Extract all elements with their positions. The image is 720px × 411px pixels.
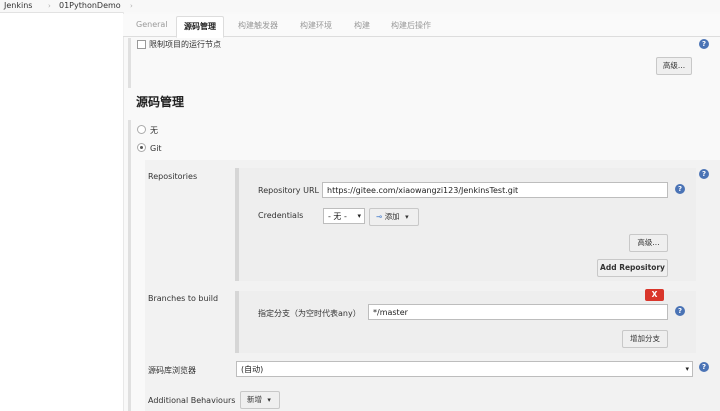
help-icon[interactable]: ? — [675, 306, 685, 316]
credentials-select[interactable]: - 无 - ▾ — [323, 208, 365, 224]
section-title: 源码管理 — [136, 95, 185, 109]
tab-scm[interactable]: 源码管理 — [176, 16, 224, 38]
scm-git-radio[interactable] — [137, 143, 146, 152]
scm-indent-bar — [128, 120, 131, 411]
repository-url-input[interactable]: https://gitee.com/xiaowangzi123/JenkinsT… — [322, 182, 668, 198]
branch-spec-input[interactable]: */master — [368, 304, 668, 320]
scm-git-label: Git — [150, 144, 162, 153]
restrict-node-checkbox[interactable] — [137, 40, 146, 49]
chevron-down-icon: ▾ — [685, 365, 689, 373]
scm-none-label: 无 — [150, 126, 158, 135]
add-behaviour-button[interactable]: 新增 ▾ — [240, 391, 280, 409]
credentials-label: Credentials — [258, 211, 304, 220]
credentials-select-value: - 无 - — [328, 212, 347, 221]
breadcrumb-separator-icon: › — [48, 2, 51, 10]
config-tab-bar: General 源码管理 构建触发器 构建环境 构建 构建后操作 — [123, 14, 720, 38]
side-panel — [0, 13, 123, 411]
help-icon[interactable]: ? — [699, 362, 709, 372]
additional-behaviours-label: Additional Behaviours — [148, 396, 236, 405]
help-icon[interactable]: ? — [699, 169, 709, 179]
breadcrumb-jenkins[interactable]: Jenkins — [4, 1, 32, 10]
repository-advanced-button[interactable]: 高级... — [629, 234, 668, 252]
add-branch-button[interactable]: 增加分支 — [622, 330, 668, 348]
help-icon[interactable]: ? — [699, 39, 709, 49]
chevron-down-icon: ▾ — [267, 396, 271, 404]
tab-post-build[interactable]: 构建后操作 — [391, 20, 431, 31]
tab-build-env[interactable]: 构建环境 — [300, 20, 332, 31]
branch-spec-label: 指定分支（为空时代表any） — [258, 309, 361, 318]
breadcrumb-project[interactable]: 01PythonDemo — [59, 1, 121, 10]
repo-browser-select[interactable]: (自动) ▾ — [236, 361, 693, 377]
help-icon[interactable]: ? — [675, 184, 685, 194]
chevron-down-icon: ▾ — [405, 213, 409, 221]
scm-none-radio[interactable] — [137, 125, 146, 134]
tab-general[interactable]: General — [136, 20, 168, 29]
advanced-button[interactable]: 高级... — [656, 57, 692, 75]
add-behaviour-label: 新增 — [247, 395, 262, 404]
tab-build-triggers[interactable]: 构建触发器 — [238, 20, 278, 31]
add-repository-button[interactable]: Add Repository — [597, 259, 668, 277]
repo-browser-value: (自动) — [241, 365, 264, 374]
breadcrumb-separator-icon[interactable]: › — [130, 2, 133, 10]
restrict-node-label: 限制项目的运行节点 — [149, 40, 221, 49]
add-credentials-label: 添加 — [384, 212, 400, 221]
repository-url-label: Repository URL — [258, 186, 319, 195]
section-indent-bar — [128, 38, 131, 88]
repo-browser-label: 源码库浏览器 — [148, 366, 196, 375]
repositories-label: Repositories — [148, 172, 198, 181]
delete-branch-button[interactable]: X — [645, 289, 664, 301]
chevron-down-icon: ▾ — [357, 212, 361, 220]
key-icon: ⊸ — [376, 212, 383, 221]
add-credentials-button[interactable]: ⊸ 添加 ▾ — [369, 208, 419, 226]
branches-label: Branches to build — [148, 294, 219, 303]
tab-build[interactable]: 构建 — [354, 20, 370, 31]
